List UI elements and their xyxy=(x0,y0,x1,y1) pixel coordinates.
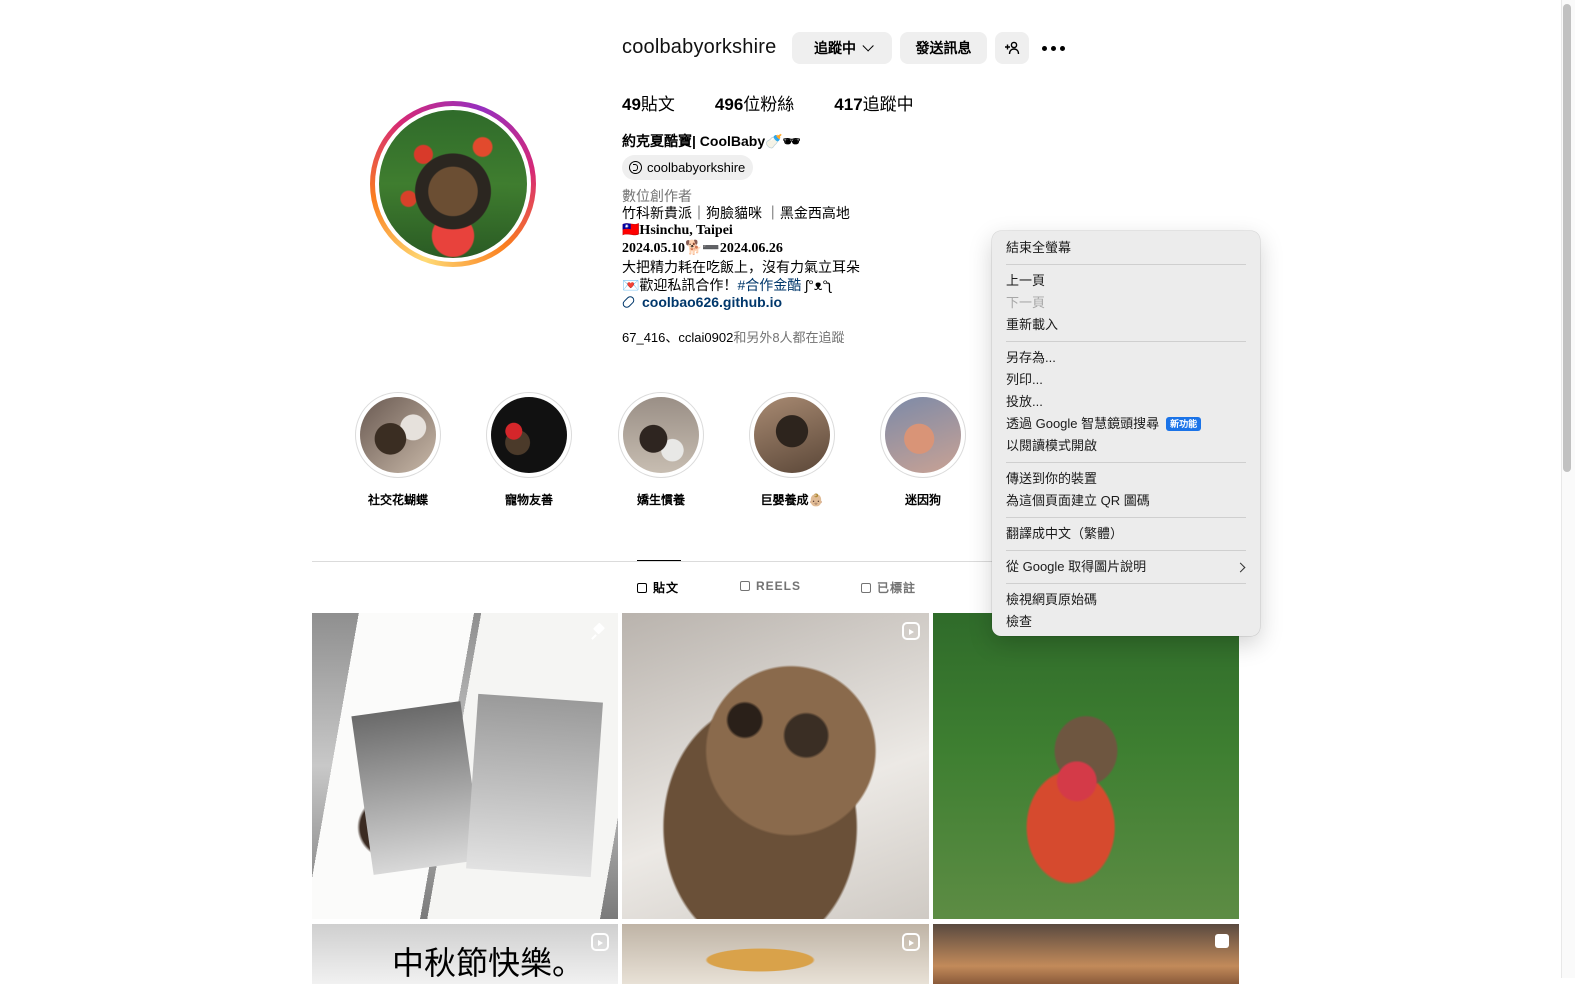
profile-category: 數位創作者 xyxy=(622,188,692,204)
add-person-icon xyxy=(1005,41,1020,55)
reel-icon xyxy=(902,622,920,640)
highlight-label: 社交花蝴蝶 xyxy=(367,493,428,507)
menu-forward: 下一頁 xyxy=(1006,295,1046,310)
reel-icon xyxy=(591,933,609,951)
post-thumbnail[interactable] xyxy=(622,924,929,984)
bio-line: 2024.05.10🐕➖2024.06.26 xyxy=(622,241,783,256)
suggested-users-button[interactable] xyxy=(995,32,1029,64)
highlight-item[interactable]: 社交花蝴蝶 xyxy=(353,392,443,508)
menu-qr-code[interactable]: 為這個頁面建立 QR 圖碼 xyxy=(1006,492,1150,510)
send-message-button[interactable]: 發送訊息 xyxy=(900,32,987,64)
chevron-right-icon xyxy=(1235,562,1246,573)
bio-line: 大把精力耗在吃飯上，沒有力氣立耳朵 xyxy=(622,259,860,275)
highlight-cover xyxy=(360,397,436,473)
post-overlay-text: 中秋節快樂。 xyxy=(392,944,585,982)
menu-inspect[interactable]: 檢查 xyxy=(1006,613,1032,631)
menu-image-descriptions[interactable]: 從 Google 取得圖片說明 xyxy=(1006,558,1146,576)
menu-separator xyxy=(1006,550,1246,551)
menu-reload[interactable]: 重新載入 xyxy=(1006,316,1058,334)
menu-back[interactable]: 上一頁 xyxy=(1006,272,1045,290)
grid-icon xyxy=(637,582,647,593)
following-button[interactable]: 追蹤中 xyxy=(792,32,892,64)
link-icon xyxy=(621,294,636,310)
menu-google-lens[interactable]: 透過 Google 智慧鏡頭搜尋 新功能 xyxy=(1006,415,1202,433)
profile-website-link[interactable]: coolbao626.github.io xyxy=(621,294,782,310)
profile-bio: 竹科新貴派｜狗臉貓咪 ｜黑金西高地 🇹🇼Hsinchu, Taipei 2024… xyxy=(622,204,860,294)
following-button-label: 追蹤中 xyxy=(814,40,856,56)
bio-line: 竹科新貴派｜狗臉貓咪 ｜黑金西高地 xyxy=(622,205,850,221)
post-thumbnail[interactable] xyxy=(622,613,929,919)
post-thumbnail[interactable] xyxy=(933,924,1239,984)
highlight-cover xyxy=(491,397,567,473)
tab-posts[interactable]: 貼文 xyxy=(637,579,679,596)
menu-separator xyxy=(1006,264,1246,265)
profile-stats: 49貼文 496位粉絲 417追蹤中 xyxy=(622,90,954,115)
new-feature-badge: 新功能 xyxy=(1166,417,1202,431)
pin-icon xyxy=(590,623,608,641)
menu-separator xyxy=(1006,583,1246,584)
tagged-icon xyxy=(861,582,871,593)
reel-icon xyxy=(902,933,920,951)
followers-count[interactable]: 496位粉絲 xyxy=(715,90,794,115)
highlight-cover xyxy=(885,397,961,473)
highlight-item[interactable]: 巨嬰養成👶🏼 xyxy=(747,392,837,508)
menu-translate[interactable]: 翻譯成中文（繁體） xyxy=(1006,525,1123,543)
profile-username: coolbabyorkshire xyxy=(622,36,777,58)
chevron-down-icon xyxy=(862,40,874,52)
bio-collab-line: 💌歡迎私訊合作！#合作金酷 ʃ°ᴥ°ʅ xyxy=(622,277,832,293)
followed-by-text[interactable]: 67_416、cclai0902和另外8人都在追蹤 xyxy=(622,327,845,346)
carousel-icon xyxy=(1215,934,1229,948)
tab-tagged[interactable]: 已標註 xyxy=(861,579,916,596)
highlight-item[interactable]: 寵物友善 xyxy=(484,392,574,508)
menu-cast[interactable]: 投放... xyxy=(1006,393,1043,411)
active-tab-indicator xyxy=(637,560,681,561)
highlight-item[interactable]: 嬌生慣養 xyxy=(616,392,706,508)
context-menu: 結束全螢幕 上一頁 下一頁 重新載入 另存為... 列印... 投放... 透過… xyxy=(992,231,1260,636)
menu-reader-mode[interactable]: 以閱讀模式開啟 xyxy=(1006,437,1097,455)
profile-avatar[interactable] xyxy=(370,101,536,267)
menu-save-as[interactable]: 另存為... xyxy=(1006,349,1056,367)
threads-icon xyxy=(629,161,642,174)
reels-icon xyxy=(740,581,750,591)
bio-line: 🇹🇼Hsinchu, Taipei xyxy=(622,223,733,238)
highlight-item[interactable]: 迷因狗 xyxy=(878,392,968,508)
menu-exit-fullscreen[interactable]: 結束全螢幕 xyxy=(1006,239,1071,257)
menu-view-source[interactable]: 檢視網頁原始碼 xyxy=(1006,591,1097,609)
post-thumbnail[interactable] xyxy=(312,613,618,919)
menu-separator xyxy=(1006,517,1246,518)
menu-separator xyxy=(1006,462,1246,463)
highlight-cover xyxy=(754,397,830,473)
menu-send-to-devices[interactable]: 傳送到你的裝置 xyxy=(1006,470,1097,488)
hashtag-link[interactable]: #合作金酷 xyxy=(737,277,801,293)
menu-print[interactable]: 列印... xyxy=(1006,371,1043,389)
threads-badge[interactable]: coolbabyorkshire xyxy=(622,155,754,180)
highlight-label: 巨嬰養成👶🏼 xyxy=(760,493,824,507)
post-thumbnail[interactable] xyxy=(933,613,1239,919)
threads-handle: coolbabyorkshire xyxy=(647,160,746,175)
more-options-icon[interactable] xyxy=(1042,38,1066,58)
highlight-cover xyxy=(623,397,699,473)
posts-count: 49貼文 xyxy=(622,95,675,114)
avatar-image xyxy=(379,110,527,258)
highlight-label: 寵物友善 xyxy=(504,493,553,507)
highlight-label: 迷因狗 xyxy=(904,493,941,507)
tab-reels[interactable]: REELS xyxy=(740,579,801,593)
profile-full-name: 約克夏酷寶| CoolBaby🍼🕶 xyxy=(622,133,801,149)
following-count[interactable]: 417追蹤中 xyxy=(834,90,913,115)
send-message-label: 發送訊息 xyxy=(915,40,972,56)
menu-separator xyxy=(1006,341,1246,342)
scrollbar-thumb[interactable] xyxy=(1563,4,1571,472)
highlight-label: 嬌生慣養 xyxy=(636,493,685,507)
post-thumbnail[interactable]: 中秋節快樂。 xyxy=(312,924,618,984)
